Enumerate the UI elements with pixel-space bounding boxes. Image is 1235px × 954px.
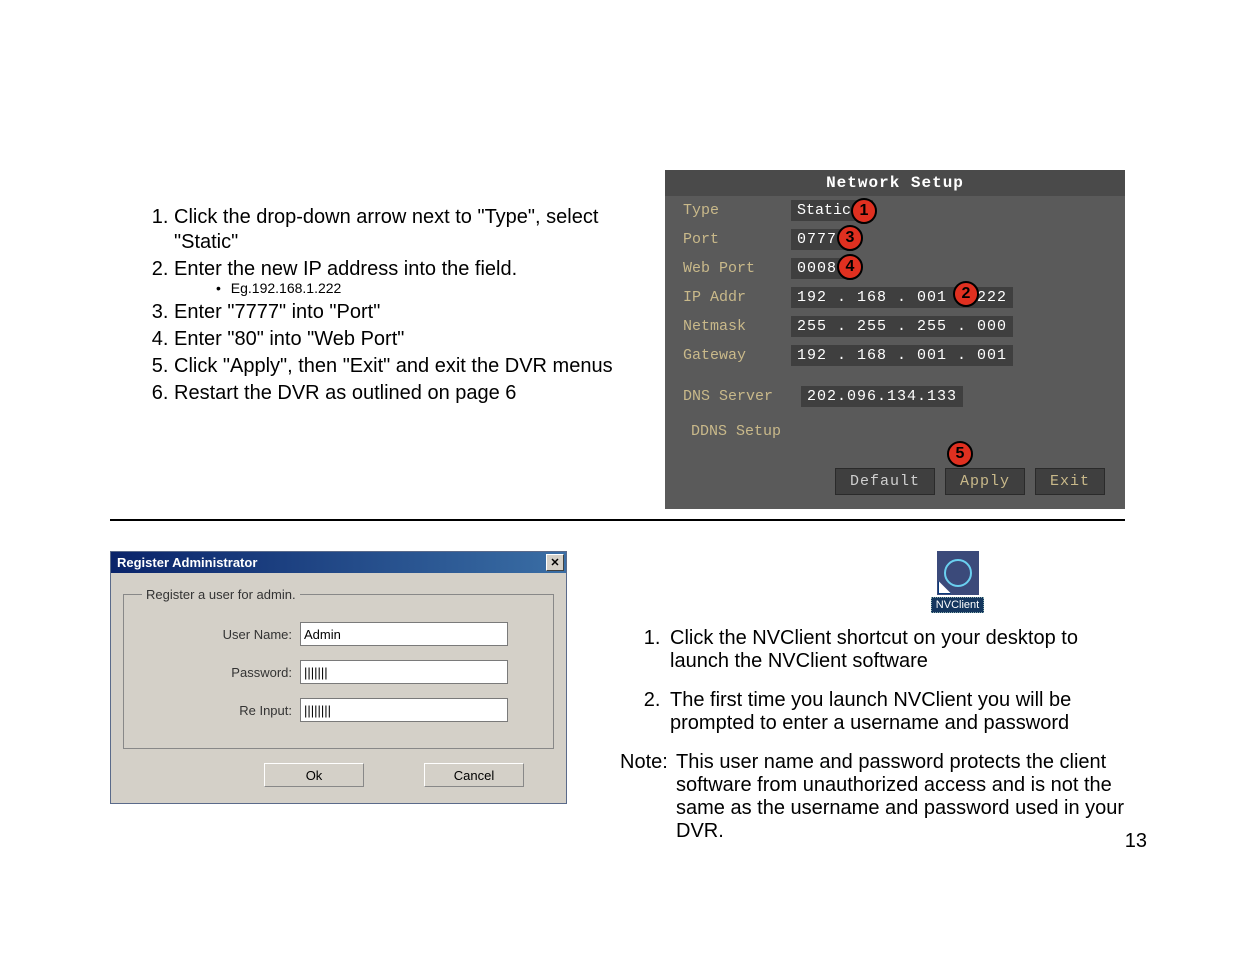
nvclient-instruction-1: Click the NVClient shortcut on your desk…	[666, 627, 1125, 673]
ddns-setup-link[interactable]: DDNS Setup	[665, 413, 1125, 468]
fieldset-legend: Register a user for admin.	[142, 587, 300, 602]
network-setup-title: Network Setup	[665, 170, 1125, 196]
netmask-input[interactable]: 255 . 255 . 255 . 000	[791, 316, 1013, 337]
ok-button[interactable]: Ok	[264, 763, 364, 787]
page-number: 13	[1125, 830, 1147, 853]
default-button[interactable]: Default	[835, 468, 935, 495]
apply-button[interactable]: Apply	[945, 468, 1025, 495]
instruction-2-example: Eg.192.168.1.222	[216, 280, 635, 298]
password-input[interactable]	[300, 660, 508, 684]
exit-button[interactable]: Exit	[1035, 468, 1105, 495]
ip-addr-label: IP Addr	[683, 289, 791, 306]
port-label: Port	[683, 231, 791, 248]
instruction-3: Enter "7777" into "Port"	[174, 300, 635, 325]
nvclient-label: NVClient	[931, 597, 984, 613]
dialog-title: Register Administrator	[117, 555, 257, 570]
username-input[interactable]	[300, 622, 508, 646]
nvclient-note: Note:This user name and password protect…	[610, 751, 1125, 843]
cancel-button[interactable]: Cancel	[424, 763, 524, 787]
username-label: User Name:	[142, 627, 300, 642]
callout-3: 3	[837, 225, 863, 251]
network-instructions: Click the drop-down arrow next to "Type"…	[110, 40, 635, 408]
reinput-input[interactable]	[300, 698, 508, 722]
instruction-2: Enter the new IP address into the field.…	[174, 257, 635, 298]
callout-2: 2	[953, 281, 979, 307]
instruction-6: Restart the DVR as outlined on page 6	[174, 381, 635, 406]
netmask-label: Netmask	[683, 318, 791, 335]
register-admin-dialog: Register Administrator ✕ Register a user…	[110, 551, 567, 804]
section-divider	[110, 519, 1125, 521]
web-port-label: Web Port	[683, 260, 791, 277]
callout-1: 1	[851, 198, 877, 224]
close-icon[interactable]: ✕	[546, 554, 564, 571]
instruction-1: Click the drop-down arrow next to "Type"…	[174, 205, 635, 255]
gateway-input[interactable]: 192 . 168 . 001 . 001	[791, 345, 1013, 366]
callout-5: 5	[947, 441, 973, 467]
reinput-label: Re Input:	[142, 703, 300, 718]
dns-server-label: DNS Server	[683, 388, 801, 405]
password-label: Password:	[142, 665, 300, 680]
network-setup-panel: Network Setup Type Static ▼ 1 Port 07777…	[665, 170, 1125, 509]
dns-server-input[interactable]: 202.096.134.133	[801, 386, 963, 407]
instruction-5: Click "Apply", then "Exit" and exit the …	[174, 354, 635, 379]
gateway-label: Gateway	[683, 347, 791, 364]
nvclient-instruction-2: The first time you launch NVClient you w…	[666, 689, 1125, 735]
ip-addr-input[interactable]: 192 . 168 . 001 . 222	[791, 287, 1013, 308]
callout-4: 4	[837, 254, 863, 280]
type-label: Type	[683, 202, 791, 219]
nvclient-shortcut-icon[interactable]	[937, 551, 979, 595]
instruction-4: Enter "80" into "Web Port"	[174, 327, 635, 352]
nvclient-instructions: Click the NVClient shortcut on your desk…	[610, 627, 1125, 735]
